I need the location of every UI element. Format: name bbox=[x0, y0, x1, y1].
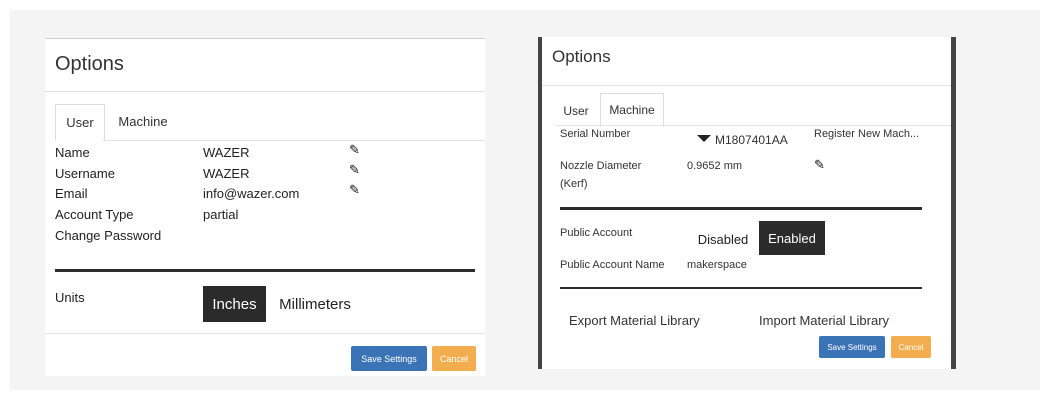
tab-user[interactable]: User bbox=[556, 95, 596, 127]
username-label: Username bbox=[55, 166, 115, 181]
save-settings-button[interactable]: Save Settings bbox=[351, 346, 427, 371]
units-millimeters-button[interactable]: Millimeters bbox=[271, 286, 359, 322]
divider bbox=[45, 91, 485, 92]
section-divider bbox=[560, 207, 922, 210]
serial-number-select[interactable]: M1807401AA bbox=[715, 133, 788, 147]
tab-divider bbox=[556, 125, 951, 126]
units-inches-button[interactable]: Inches bbox=[203, 286, 266, 322]
public-account-name-label: Public Account Name bbox=[560, 259, 665, 271]
public-disabled-button[interactable]: Disabled bbox=[692, 223, 754, 255]
section-divider bbox=[55, 269, 475, 272]
divider bbox=[542, 85, 951, 86]
nozzle-diameter-label: Nozzle Diameter bbox=[560, 160, 642, 172]
tab-machine[interactable]: Machine bbox=[113, 104, 173, 139]
section-divider-2 bbox=[560, 287, 922, 289]
units-label: Units bbox=[55, 290, 85, 305]
register-new-machine-link[interactable]: Register New Mach... bbox=[814, 128, 919, 140]
edit-email-icon[interactable]: ✎ bbox=[349, 183, 361, 197]
tab-user[interactable]: User bbox=[55, 104, 105, 141]
nozzle-diameter-value: 0.9652 mm bbox=[687, 160, 743, 172]
export-material-library-link[interactable]: Export Material Library bbox=[569, 313, 700, 328]
edit-name-icon[interactable]: ✎ bbox=[349, 143, 361, 157]
public-account-name-value: makerspace bbox=[687, 259, 747, 271]
dialog-title: Options bbox=[552, 47, 611, 66]
tab-divider bbox=[103, 140, 485, 141]
edit-nozzle-icon[interactable]: ✎ bbox=[814, 158, 826, 172]
username-value: WAZER bbox=[203, 166, 250, 181]
cancel-button[interactable]: Cancel bbox=[891, 336, 931, 358]
email-label: Email bbox=[55, 186, 88, 201]
options-dialog-machine: Options User Machine Serial Number M1807… bbox=[538, 37, 956, 369]
import-material-library-link[interactable]: Import Material Library bbox=[759, 313, 889, 328]
edit-username-icon[interactable]: ✎ bbox=[349, 163, 361, 177]
dialog-title: Options bbox=[55, 53, 124, 75]
account-type-value: partial bbox=[203, 207, 239, 222]
chevron-down-icon[interactable] bbox=[697, 135, 711, 142]
name-label: Name bbox=[55, 145, 90, 160]
footer-divider bbox=[45, 333, 485, 334]
cancel-button[interactable]: Cancel bbox=[432, 346, 476, 371]
tab-machine[interactable]: Machine bbox=[600, 93, 664, 127]
public-account-label: Public Account bbox=[560, 227, 633, 239]
change-password-link[interactable]: Change Password bbox=[55, 228, 161, 243]
account-type-label: Account Type bbox=[55, 207, 134, 222]
nozzle-kerf-label: (Kerf) bbox=[560, 178, 588, 190]
save-settings-button[interactable]: Save Settings bbox=[819, 336, 885, 358]
public-enabled-button[interactable]: Enabled bbox=[759, 221, 825, 255]
options-dialog-user: Options User Machine Name WAZER ✎ Userna… bbox=[45, 38, 485, 376]
email-value: info@wazer.com bbox=[203, 186, 300, 201]
name-value: WAZER bbox=[203, 145, 250, 160]
serial-number-label: Serial Number bbox=[560, 128, 631, 140]
